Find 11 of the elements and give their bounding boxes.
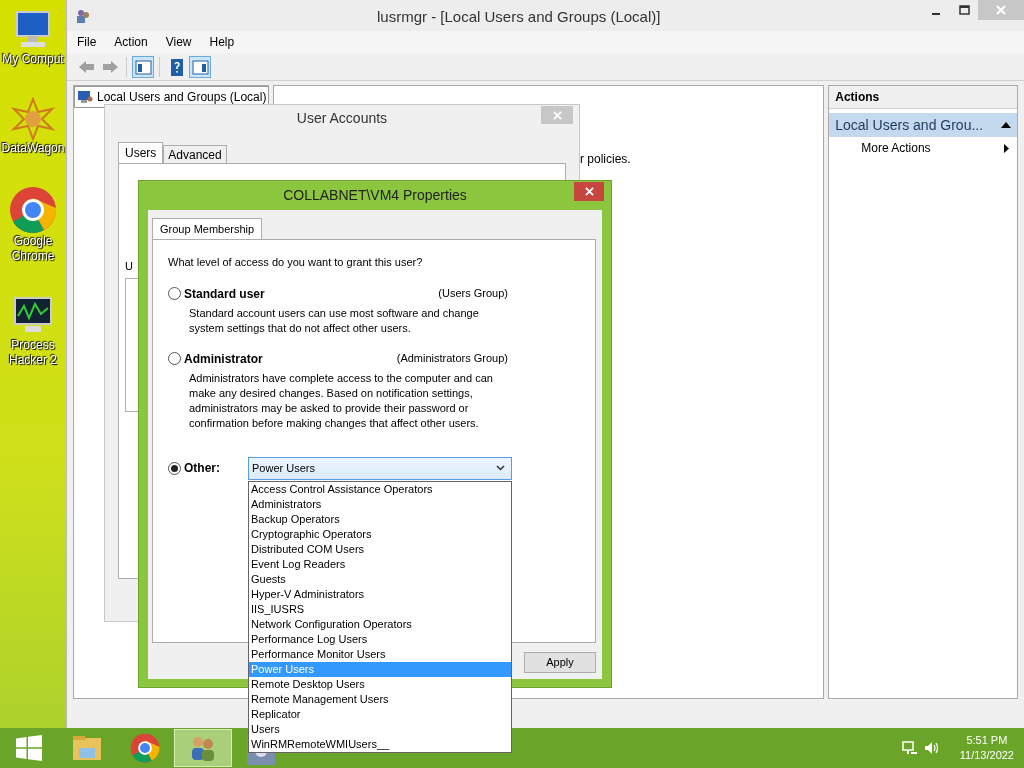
option-description: Standard account users can use most software and change system settings that do not affect other users. bbox=[188, 305, 480, 336]
dialog-title: User Accounts bbox=[296, 108, 388, 128]
dialog-title: COLLABNET\VM4 Properties bbox=[283, 186, 467, 205]
question-text: What level of access do you want to grant this user? bbox=[168, 255, 424, 270]
actions-header: Actions bbox=[829, 86, 1017, 109]
window-title: lusrmgr - [Local Users and Groups (Local)] bbox=[377, 7, 661, 27]
field-label: U bbox=[125, 259, 133, 274]
group-label: (Users Group) bbox=[438, 286, 508, 302]
description-text: r policies. bbox=[580, 151, 631, 168]
option-description: Administrators have complete access to the computer and can make any desired changes. Based on notification settings, administrators may be asked to provide their password or confirmation before making changes that affect other users. bbox=[188, 370, 494, 431]
group-label: (Administrators Group) bbox=[396, 351, 508, 367]
